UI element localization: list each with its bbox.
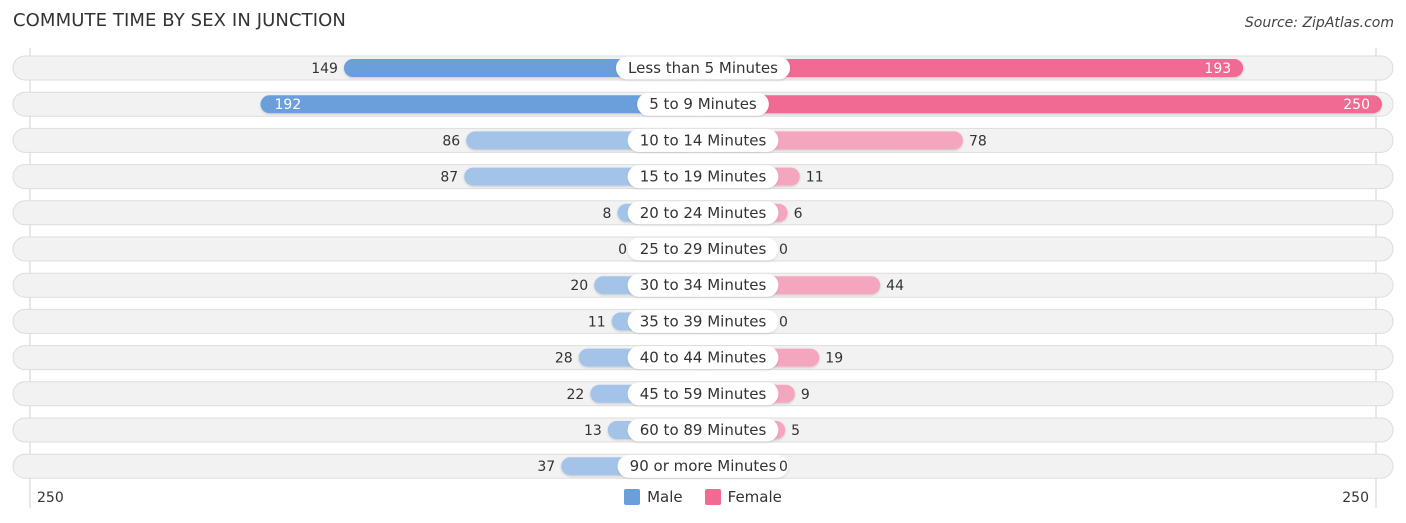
- value-label-male: 28: [555, 351, 573, 367]
- category-label: 40 to 44 Minutes: [640, 349, 767, 367]
- chart-row[interactable]: 30 to 34 Minutes 20 44: [12, 272, 1394, 298]
- value-label-male: 86: [442, 133, 460, 149]
- category-label: 60 to 89 Minutes: [640, 421, 767, 439]
- value-label-female: 5: [791, 423, 800, 439]
- bar-male[interactable]: [260, 95, 703, 114]
- chart-row[interactable]: Less than 5 Minutes 149 193: [12, 55, 1394, 81]
- value-label-male: 0: [618, 242, 627, 258]
- value-label-male: 22: [566, 387, 584, 403]
- value-label-female: 19: [825, 351, 843, 367]
- category-label: 20 to 24 Minutes: [640, 204, 767, 222]
- value-label-male: 20: [570, 278, 588, 294]
- chart-row[interactable]: 25 to 29 Minutes 0 0: [12, 236, 1394, 262]
- chart-row[interactable]: 45 to 59 Minutes 22 9: [12, 381, 1394, 407]
- chart-row[interactable]: 20 to 24 Minutes 8 6: [12, 200, 1394, 226]
- chart-canvas: Less than 5 Minutes 149 193 5 to 9 Minutes 1…: [12, 48, 1394, 508]
- legend-label-female: Female: [727, 488, 782, 506]
- legend-item-female[interactable]: Female: [704, 488, 782, 506]
- chart-row[interactable]: 60 to 89 Minutes 13 5: [12, 417, 1394, 443]
- bar-female[interactable]: [703, 95, 1382, 114]
- category-label: 45 to 59 Minutes: [640, 385, 767, 403]
- value-label-female: 0: [779, 242, 788, 258]
- chart-row[interactable]: 90 or more Minutes 37 0: [12, 453, 1394, 479]
- value-label-male: 149: [311, 61, 338, 77]
- chart-row[interactable]: 35 to 39 Minutes 11 0: [12, 308, 1394, 334]
- chart-row[interactable]: 15 to 19 Minutes 87 11: [12, 164, 1394, 190]
- value-label-male: 11: [588, 314, 606, 330]
- category-label: 90 or more Minutes: [630, 457, 777, 475]
- category-label: 15 to 19 Minutes: [640, 168, 767, 186]
- value-label-female: 44: [886, 278, 904, 294]
- value-label-female: 250: [1343, 97, 1370, 113]
- chart-row[interactable]: 10 to 14 Minutes 86 78: [12, 127, 1394, 153]
- chart-row[interactable]: 5 to 9 Minutes 192 250: [12, 91, 1394, 117]
- category-label: Less than 5 Minutes: [628, 59, 778, 77]
- legend-label-male: Male: [647, 488, 683, 506]
- category-label: 30 to 34 Minutes: [640, 276, 767, 294]
- value-label-female: 193: [1204, 61, 1231, 77]
- value-label-female: 0: [779, 459, 788, 475]
- value-label-female: 0: [779, 314, 788, 330]
- category-label: 10 to 14 Minutes: [640, 131, 767, 149]
- category-label: 5 to 9 Minutes: [649, 95, 757, 113]
- category-label: 25 to 29 Minutes: [640, 240, 767, 258]
- value-label-female: 11: [806, 170, 824, 186]
- legend-item-male[interactable]: Male: [624, 488, 683, 506]
- value-label-male: 8: [603, 206, 612, 222]
- chart-row[interactable]: 40 to 44 Minutes 28 19: [12, 345, 1394, 371]
- value-label-male: 87: [440, 170, 458, 186]
- legend: Male Female: [0, 488, 1406, 506]
- legend-swatch-male: [624, 489, 641, 505]
- value-label-female: 78: [969, 133, 987, 149]
- value-label-female: 9: [801, 387, 810, 403]
- value-label-male: 37: [537, 459, 555, 475]
- value-label-male: 192: [275, 97, 302, 113]
- category-label: 35 to 39 Minutes: [640, 312, 767, 330]
- value-label-male: 13: [584, 423, 602, 439]
- legend-swatch-female: [704, 489, 721, 505]
- value-label-female: 6: [794, 206, 803, 222]
